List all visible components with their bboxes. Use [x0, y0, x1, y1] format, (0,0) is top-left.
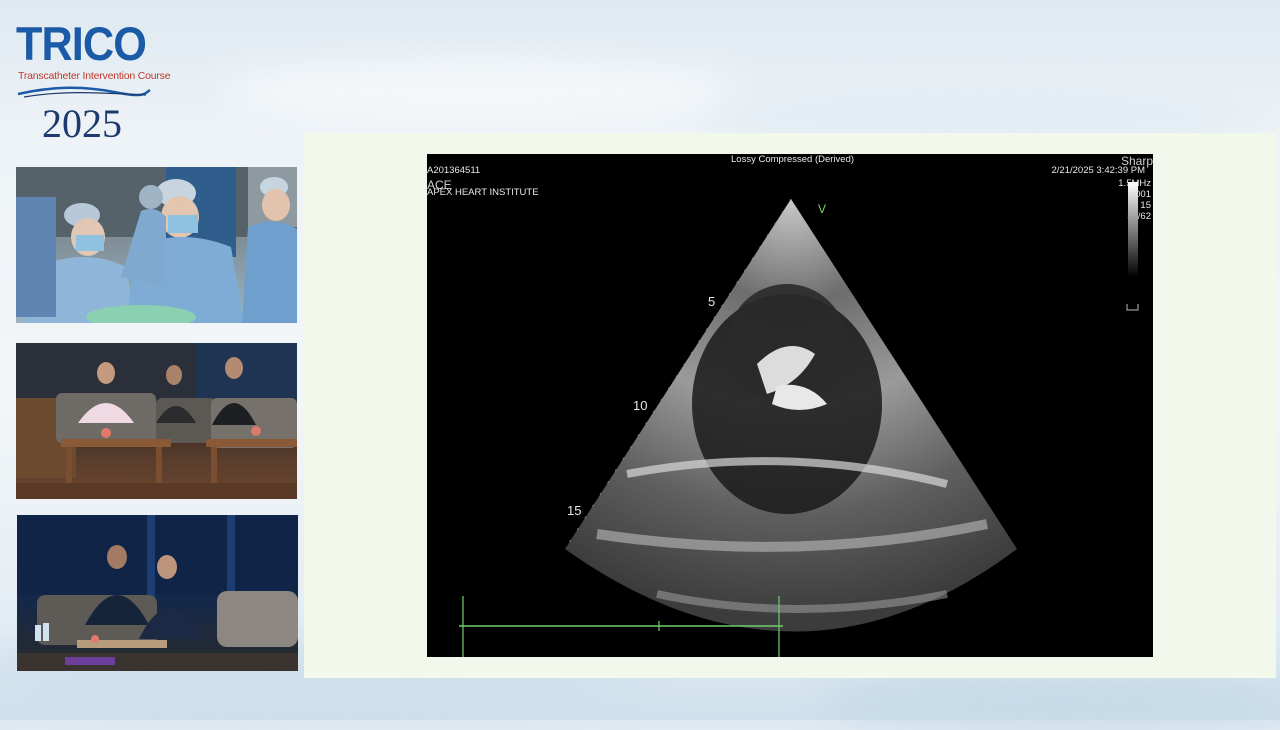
logo-swoosh [17, 86, 151, 98]
background-streak [820, 670, 1280, 730]
echo-depth-label: 5 [708, 294, 716, 309]
background-streak [220, 60, 740, 120]
logo-brand: TRICO [16, 17, 147, 70]
cath-lab-scene [16, 167, 297, 323]
logo-subtitle: Transcatheter Intervention Course [18, 70, 171, 82]
camera-feed-panel-2 [17, 515, 298, 671]
echocardiogram-image: A201364511 ACE APEX HEART INSTITUTE Loss… [427, 154, 1153, 657]
logo-year: 2025 [42, 101, 122, 146]
echo-orientation-marker: V [818, 202, 827, 216]
trico-logo: TRICO Transcatheter Intervention Course … [14, 16, 171, 150]
panel-scene-1 [16, 343, 297, 499]
echo-depth-label: 10 [633, 398, 648, 413]
panel-scene-2 [17, 515, 298, 671]
echo-depth-label: 15 [567, 503, 582, 518]
echo-sector-graphic [459, 182, 1139, 657]
camera-feed-panel-1 [16, 343, 297, 499]
camera-feed-cath-lab [16, 167, 297, 323]
